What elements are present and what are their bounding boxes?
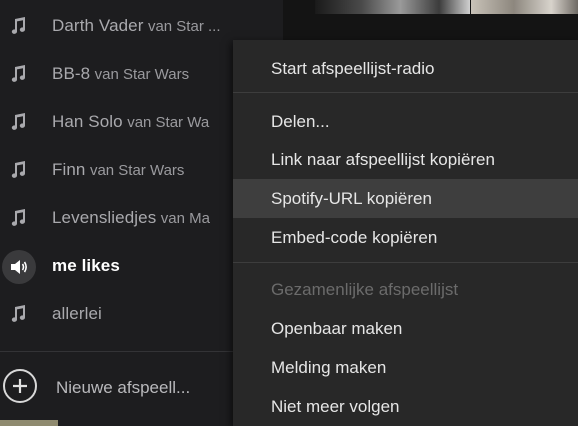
playlist-title: Han Solo van Star Wa: [52, 98, 209, 146]
music-note-icon: [7, 207, 29, 229]
speaker-icon: [2, 250, 36, 284]
playlist-owner: van Star ...: [147, 18, 221, 35]
playlist-name: Han Solo: [52, 112, 123, 131]
menu-item-label: Spotify-URL kopiëren: [271, 189, 432, 208]
music-note-icon: [7, 63, 29, 85]
menu-item-label: Gezamenlijke afspeellijst: [271, 280, 459, 299]
playlist-name: me likes: [52, 256, 120, 275]
menu-item-make-public[interactable]: Openbaar maken: [233, 309, 578, 348]
menu-item-copy-spotify-url[interactable]: Spotify-URL kopiëren: [233, 179, 578, 218]
menu-item-copy-playlist-link[interactable]: Link naar afspeellijst kopiëren: [233, 140, 578, 179]
playlist-name: Darth Vader: [52, 16, 144, 35]
menu-separator: [233, 262, 578, 263]
playlist-name: Levensliedjes: [52, 208, 157, 227]
menu-item-copy-embed-code[interactable]: Embed-code kopiëren: [233, 218, 578, 257]
album-art-thumbnail[interactable]: [471, 0, 578, 14]
playlist-owner: van Star Wars: [94, 66, 190, 83]
menu-item-report[interactable]: Melding maken: [233, 348, 578, 387]
music-note-icon: [7, 15, 29, 37]
context-menu: Start afspeellijst-radio Delen... Link n…: [233, 40, 578, 426]
playlist-name: Finn: [52, 160, 86, 179]
menu-item-collaborative-playlist: Gezamenlijke afspeellijst: [233, 270, 578, 309]
new-playlist-label: Nieuwe afspeell...: [56, 378, 191, 397]
menu-item-label: Openbaar maken: [271, 319, 403, 338]
playlist-title: allerlei: [52, 290, 102, 338]
menu-item-label: Delen...: [271, 112, 330, 131]
menu-separator: [233, 92, 578, 93]
playlist-title: Darth Vader van Star ...: [52, 2, 221, 50]
menu-item-label: Link naar afspeellijst kopiëren: [271, 150, 495, 169]
menu-item-label: Embed-code kopiëren: [271, 228, 438, 247]
menu-item-label: Start afspeellijst-radio: [271, 59, 435, 78]
now-playing-art[interactable]: [0, 420, 58, 426]
playlist-owner: van Star Wa: [127, 114, 210, 131]
playlist-title: me likes: [52, 242, 120, 290]
menu-item-label: Melding maken: [271, 358, 387, 377]
playlist-name: BB-8: [52, 64, 91, 83]
playlist-title: BB-8 van Star Wars: [52, 50, 189, 98]
plus-icon: [3, 369, 37, 403]
menu-item-share[interactable]: Delen...: [233, 102, 578, 141]
menu-item-unfollow[interactable]: Niet meer volgen: [233, 387, 578, 426]
playlist-title: Levensliedjes van Ma: [52, 194, 210, 242]
playlist-name: allerlei: [52, 304, 102, 323]
music-note-icon: [7, 159, 29, 181]
menu-item-label: Niet meer volgen: [271, 397, 400, 416]
music-note-icon: [7, 111, 29, 133]
music-note-icon: [7, 303, 29, 325]
playlist-owner: van Star Wars: [89, 162, 185, 179]
menu-item-start-radio[interactable]: Start afspeellijst-radio: [233, 49, 578, 88]
album-art-thumbnail[interactable]: [315, 0, 470, 14]
playlist-title: Finn van Star Wars: [52, 146, 184, 194]
playlist-owner: van Ma: [160, 210, 210, 227]
